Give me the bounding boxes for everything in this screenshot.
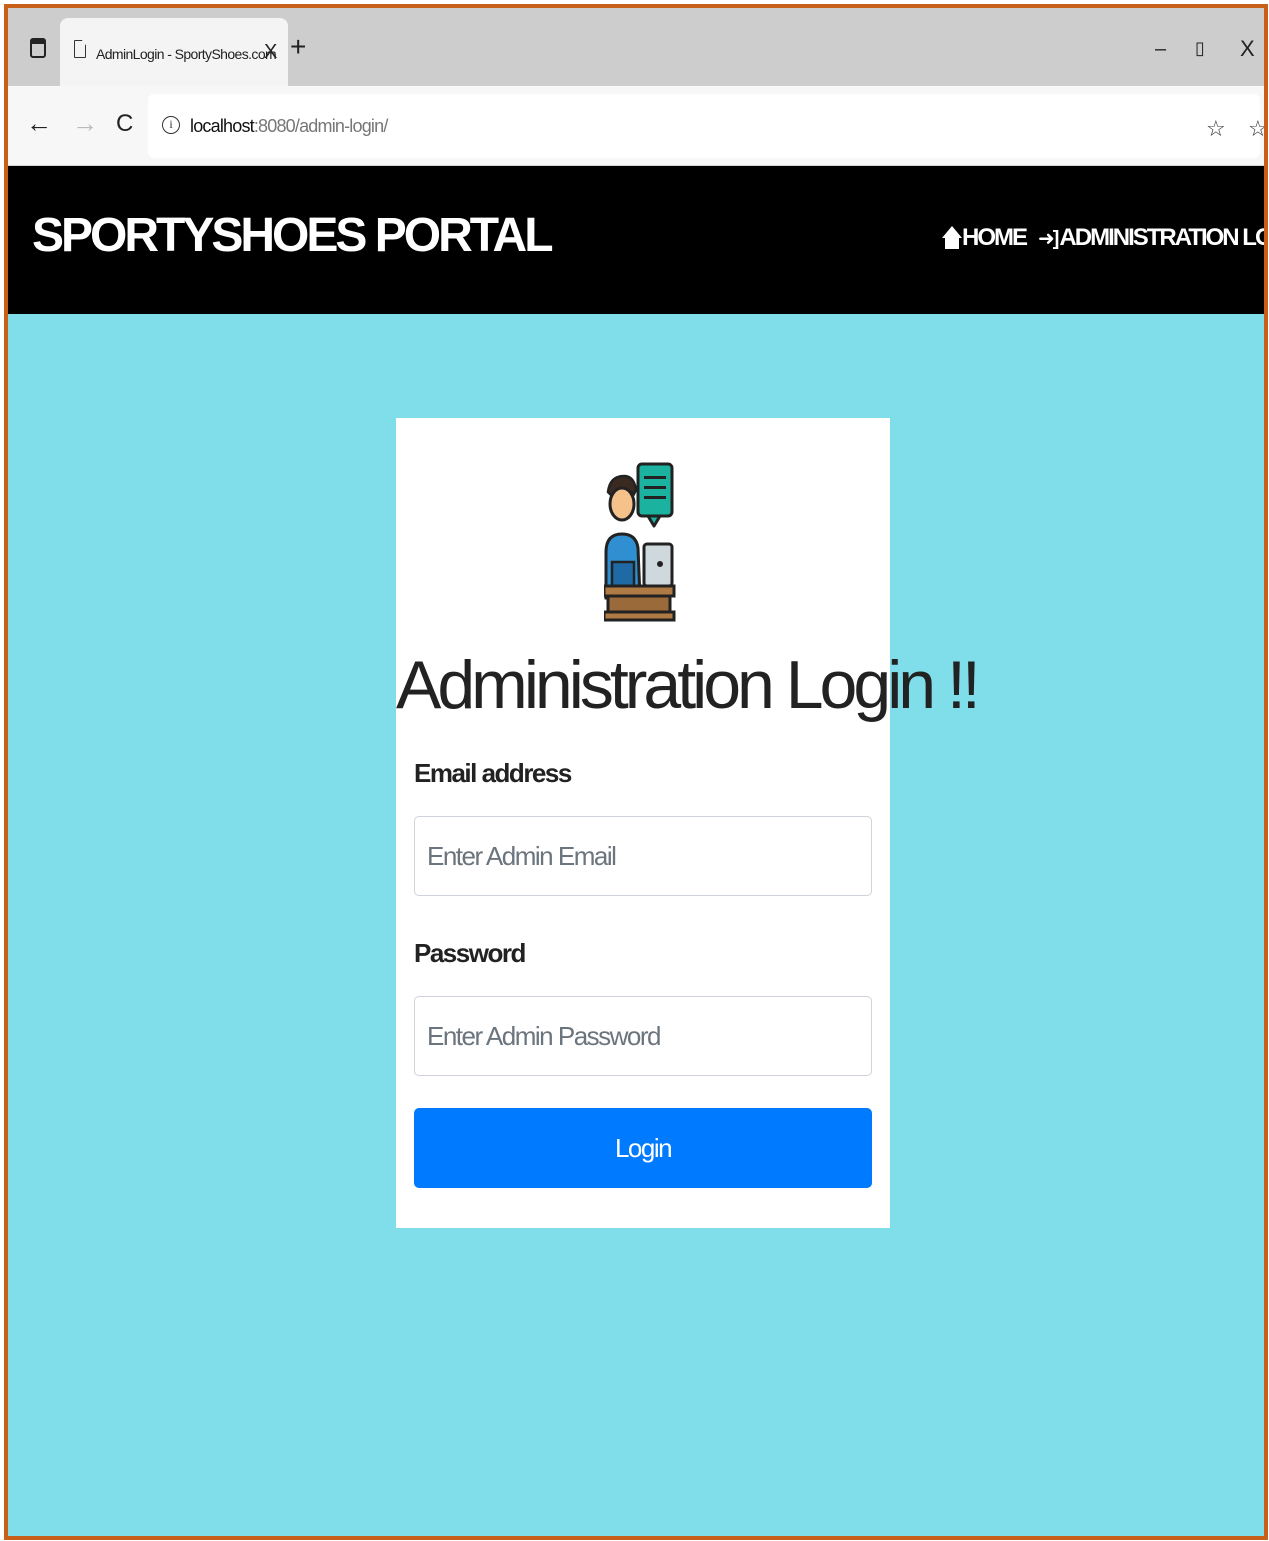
tab-actions-icon[interactable] xyxy=(30,38,46,58)
tab-close-button[interactable]: X xyxy=(264,41,277,64)
login-button[interactable]: Login xyxy=(414,1108,872,1188)
login-card: Administration Login !! Email address Pa… xyxy=(396,418,981,1228)
nav-admin-login-link[interactable]: ➜] ADMINISTRATION LOGIN xyxy=(1038,224,1264,252)
browser-tab[interactable]: AdminLogin - SportyShoes.com X xyxy=(60,18,288,86)
restore-button[interactable]: ▯ xyxy=(1195,38,1205,59)
minimize-button[interactable]: – xyxy=(1155,38,1166,61)
browser-tabstrip: AdminLogin - SportyShoes.com X + – ▯ X xyxy=(8,8,1264,86)
password-label: Password xyxy=(414,938,526,968)
address-bar[interactable]: i localhost:8080/admin-login/ ☆ ☆ ⧉ ··· xyxy=(148,94,1264,158)
page-icon xyxy=(74,40,86,58)
url-text[interactable]: localhost:8080/admin-login/ xyxy=(190,116,388,137)
brand-title[interactable]: SPORTYSHOES PORTAL xyxy=(32,208,554,263)
home-icon xyxy=(942,226,962,250)
favorites-icon[interactable]: ☆ xyxy=(1248,116,1264,142)
password-field[interactable] xyxy=(414,996,872,1076)
url-path: :8080/admin-login/ xyxy=(253,116,389,136)
close-window-button[interactable]: X xyxy=(1240,36,1255,62)
site-info-icon[interactable]: i xyxy=(162,116,180,134)
tab-title: AdminLogin - SportyShoes.com xyxy=(96,46,277,62)
forward-button[interactable]: → xyxy=(72,108,98,139)
back-button[interactable]: ← xyxy=(26,108,52,139)
login-title: Administration Login !! xyxy=(396,647,981,723)
nav-home-link[interactable]: HOME xyxy=(942,224,1028,252)
reload-button[interactable]: C xyxy=(116,110,133,138)
nav-home-label: HOME xyxy=(962,224,1028,251)
email-field[interactable] xyxy=(414,816,872,896)
url-host: localhost xyxy=(190,116,255,136)
add-favorite-icon[interactable]: ☆ xyxy=(1206,116,1226,142)
browser-toolbar: ← → C i localhost:8080/admin-login/ ☆ ☆ … xyxy=(8,86,1264,166)
nav-admin-login-label: ADMINISTRATION LOGIN xyxy=(1059,224,1264,251)
new-tab-button[interactable]: + xyxy=(290,31,306,63)
email-label: Email address xyxy=(414,758,572,788)
site-navbar: SPORTYSHOES PORTAL HOME ➜] ADMINISTRATIO… xyxy=(8,166,1264,314)
sign-in-icon: ➜] xyxy=(1038,227,1059,250)
admin-desk-illustration-icon xyxy=(604,462,676,622)
screenshot-frame: AdminLogin - SportyShoes.com X + – ▯ X ←… xyxy=(4,4,1268,1540)
